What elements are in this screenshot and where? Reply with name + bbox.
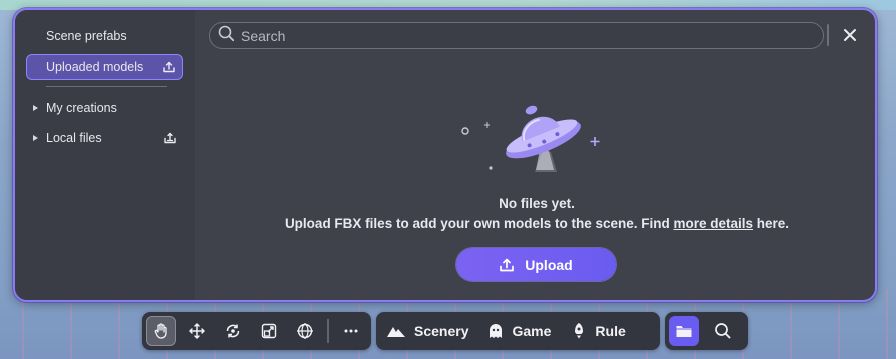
search-separator (827, 24, 829, 46)
search-icon (218, 25, 235, 47)
asset-library-button[interactable] (669, 316, 699, 346)
upload-icon[interactable] (162, 60, 176, 74)
empty-state-title: No files yet. (499, 196, 575, 211)
search-input[interactable] (241, 27, 801, 44)
rotate-icon (226, 324, 240, 338)
scale-icon (261, 323, 277, 339)
scale-tool-button[interactable] (254, 316, 284, 346)
mode-toolbar: Scenery Game Rule (376, 312, 660, 350)
close-icon (844, 29, 856, 41)
empty-state-description: Upload FBX files to add your own models … (195, 216, 875, 231)
transform-toolbar (142, 312, 371, 350)
upload-button[interactable]: Upload (456, 248, 616, 281)
sidebar-item-label: Local files (46, 131, 102, 145)
toolbar-separator (327, 319, 329, 343)
more-details-link[interactable]: more details (673, 216, 753, 231)
mode-rule[interactable]: Rule (561, 316, 635, 346)
empty-state-text-end: here. (753, 216, 790, 231)
empty-state-text: Upload FBX files to add your own models … (284, 216, 674, 231)
mode-label: Game (512, 323, 552, 339)
rotate-tool-button[interactable] (218, 316, 248, 346)
mode-scenery[interactable]: Scenery (376, 316, 478, 346)
globe-icon (297, 323, 313, 339)
close-button[interactable] (839, 24, 861, 46)
sidebar-item-label: Uploaded models (46, 60, 144, 74)
ghost-icon (490, 324, 503, 338)
mode-label: Rule (595, 323, 626, 339)
sidebar-item-label: Scene prefabs (46, 29, 127, 43)
global-search-button[interactable] (708, 316, 738, 346)
world-space-tool-button[interactable] (290, 316, 320, 346)
sidebar-item-local-files[interactable]: Local files (26, 125, 183, 151)
move-icon (189, 323, 205, 339)
more-button[interactable] (336, 316, 366, 346)
move-tool-button[interactable] (182, 316, 212, 346)
hand-icon (154, 323, 167, 339)
hand-tool-button[interactable] (146, 316, 176, 346)
mode-game[interactable]: Game (478, 316, 561, 346)
more-icon (344, 329, 357, 333)
search-icon (715, 323, 731, 339)
upload-icon (500, 258, 515, 271)
sidebar-item-scene-prefabs[interactable]: Scene prefabs (26, 23, 183, 49)
asset-toolbar (665, 312, 748, 350)
caret-right-icon (33, 105, 38, 111)
rocket-icon (575, 323, 584, 339)
sidebar-item-label: My creations (46, 101, 117, 115)
sidebar-divider (46, 86, 167, 87)
mountain-icon (387, 327, 405, 337)
sidebar-item-uploaded-models[interactable]: Uploaded models (26, 54, 183, 80)
ufo-illustration (461, 105, 600, 172)
upload-button-label: Upload (525, 256, 573, 273)
sidebar-item-my-creations[interactable]: My creations (26, 95, 183, 121)
folder-icon (676, 326, 692, 337)
mode-label: Scenery (414, 323, 469, 339)
caret-right-icon (33, 135, 38, 141)
asset-browser-panel: Scene prefabs Uploaded models My creatio… (13, 8, 877, 302)
sidebar: Scene prefabs Uploaded models My creatio… (15, 10, 195, 300)
import-icon[interactable] (163, 131, 177, 145)
search-bar[interactable] (209, 22, 824, 49)
